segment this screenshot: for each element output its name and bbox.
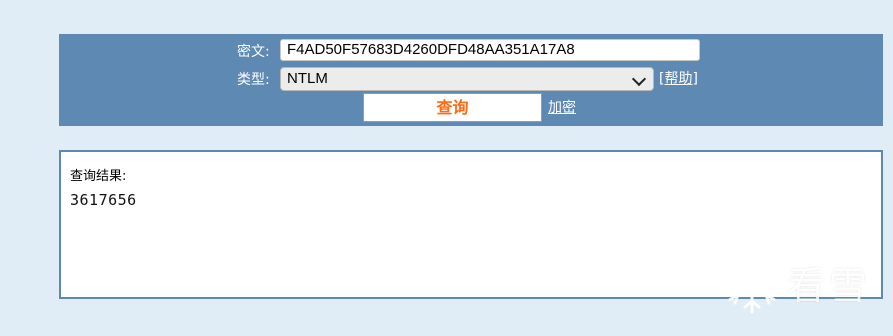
result-title: 查询结果: — [70, 169, 127, 184]
chevron-down-icon — [631, 71, 647, 87]
cipher-input[interactable]: F4AD50F57683D4260DFD48AA351A17A8 — [280, 39, 700, 61]
result-value: 3617656 — [70, 191, 137, 209]
encrypt-link[interactable]: 加密 — [548, 99, 576, 117]
query-form-panel: 密文: F4AD50F57683D4260DFD48AA351A17A8 类型:… — [59, 34, 883, 126]
help-link[interactable]: [帮助] — [659, 70, 698, 88]
snowflake-icon — [728, 260, 776, 314]
kanxue-watermark: 看雪 — [723, 258, 883, 316]
watermark-text: 看雪 — [787, 264, 872, 308]
query-button[interactable]: 查询 — [363, 93, 542, 122]
hash-type-value: NTLM — [287, 70, 328, 87]
hash-type-select[interactable]: NTLM — [280, 67, 654, 91]
type-label: 类型: — [237, 72, 270, 88]
cipher-label: 密文: — [237, 44, 270, 60]
